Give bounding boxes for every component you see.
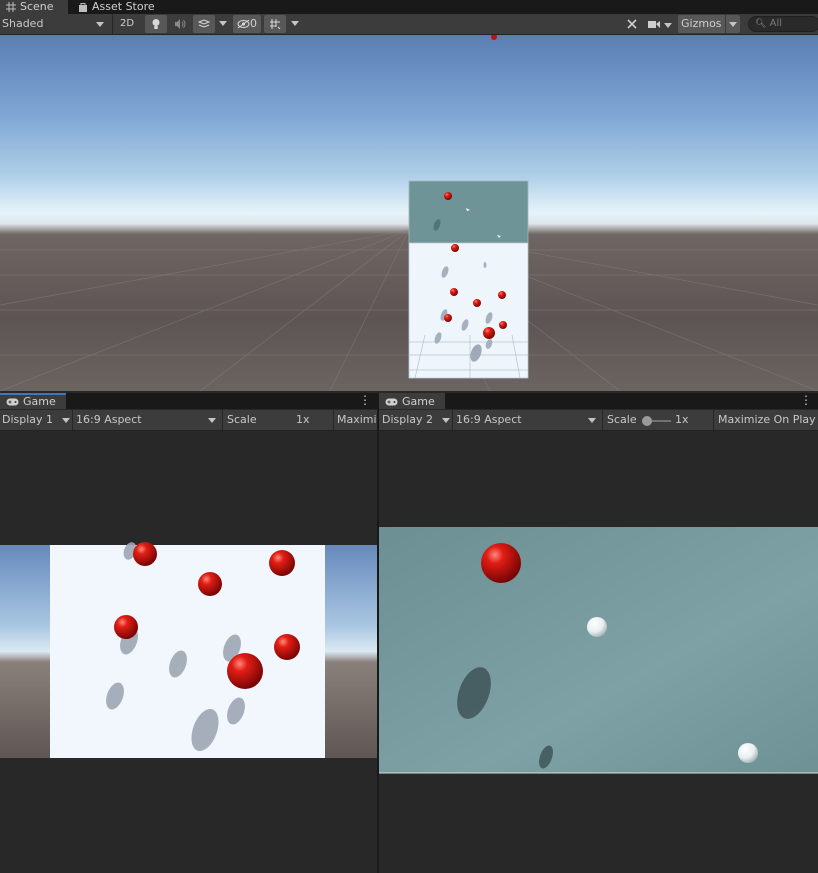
tab-scene-label: Scene bbox=[20, 0, 54, 13]
game-panel-left-header: Game ⋮ bbox=[0, 393, 377, 409]
red-sphere bbox=[227, 653, 263, 689]
toolbar-divider bbox=[72, 410, 73, 430]
toolbar-divider bbox=[222, 410, 223, 430]
toolbar-divider bbox=[112, 14, 113, 34]
tab-game-right-label: Game bbox=[402, 395, 435, 408]
chevron-down-icon bbox=[208, 418, 216, 423]
red-sphere bbox=[481, 543, 521, 583]
tools-button[interactable] bbox=[622, 15, 642, 33]
draw-mode-dropdown[interactable]: Shaded bbox=[2, 14, 108, 34]
grid-snap-dropdown[interactable] bbox=[288, 15, 302, 33]
visibility-icon bbox=[237, 19, 250, 29]
game-view-left[interactable] bbox=[0, 431, 377, 873]
grid-snap-toggle[interactable] bbox=[264, 15, 286, 33]
aspect-left-label: 16:9 Aspect bbox=[76, 413, 142, 426]
tab-asset-store-label: Asset Store bbox=[92, 0, 155, 13]
tab-game-right[interactable]: Game bbox=[379, 393, 445, 409]
red-sphere bbox=[133, 542, 157, 566]
scale-slider-handle-right[interactable] bbox=[642, 416, 652, 426]
tab-scene[interactable]: Scene bbox=[0, 0, 68, 14]
toolbar-divider bbox=[452, 410, 453, 430]
scale-label-right: Scale bbox=[607, 413, 637, 426]
aspect-right-label: 16:9 Aspect bbox=[456, 413, 522, 426]
draw-mode-label: Shaded bbox=[2, 17, 44, 30]
camera-settings-button[interactable] bbox=[645, 15, 675, 33]
tab-asset-store[interactable]: Asset Store bbox=[72, 0, 162, 14]
editor-tab-bar: Scene Asset Store bbox=[0, 0, 818, 14]
red-sphere bbox=[114, 615, 138, 639]
scale-value-left: 1x bbox=[296, 413, 310, 426]
camera-icon bbox=[648, 21, 661, 28]
scale-label-left: Scale bbox=[227, 413, 257, 426]
red-sphere bbox=[269, 550, 295, 576]
scale-value-right: 1x bbox=[675, 413, 689, 426]
toolbar-divider bbox=[713, 410, 714, 430]
aspect-dropdown-right[interactable]: 16:9 Aspect bbox=[456, 410, 598, 430]
search-placeholder: All bbox=[769, 18, 783, 29]
game-panel-right-header: Game ⋮ bbox=[379, 393, 818, 409]
chevron-down-icon bbox=[663, 23, 672, 28]
tab-game-left[interactable]: Game bbox=[0, 393, 66, 409]
scene-visibility-toggle[interactable]: 0 bbox=[233, 15, 261, 33]
tools-icon bbox=[627, 19, 637, 29]
lighting-toggle[interactable] bbox=[145, 15, 167, 33]
toggle-2d-button[interactable]: 2D bbox=[116, 15, 138, 33]
white-sphere bbox=[587, 617, 607, 637]
tab-game-left-label: Game bbox=[23, 395, 56, 408]
scene-red-sphere-top bbox=[491, 35, 497, 40]
chevron-down-icon bbox=[96, 22, 104, 27]
white-sphere bbox=[738, 743, 758, 763]
chevron-down-icon bbox=[588, 418, 596, 423]
maximize-left-label: Maximiz bbox=[337, 413, 377, 426]
display-dropdown-right[interactable]: Display 2 bbox=[382, 410, 450, 430]
red-sphere bbox=[274, 634, 300, 660]
scene-rendering bbox=[0, 35, 818, 391]
toolbar-divider bbox=[602, 410, 603, 430]
scene-toolbar: Shaded 2D 0 Gizmos 🔍︎ All bbox=[0, 14, 818, 35]
effects-dropdown[interactable] bbox=[216, 15, 230, 33]
chevron-down-icon bbox=[291, 20, 299, 26]
chevron-down-icon bbox=[442, 418, 450, 423]
gizmos-dropdown[interactable]: Gizmos bbox=[678, 15, 740, 33]
maximize-right-label: Maximize On Play bbox=[718, 413, 816, 426]
gizmos-label: Gizmos bbox=[681, 17, 722, 30]
game-left-rendering bbox=[0, 542, 377, 758]
display-dropdown-left[interactable]: Display 1 bbox=[2, 410, 70, 430]
toggle-2d-label: 2D bbox=[119, 18, 135, 29]
hidden-count: 0 bbox=[250, 17, 257, 30]
camera-preview-display-2 bbox=[408, 180, 529, 244]
scene-search-input[interactable]: 🔍︎ All bbox=[748, 16, 818, 32]
display-right-label: Display 2 bbox=[382, 413, 434, 426]
maximize-toggle-left[interactable]: Maximiz bbox=[337, 410, 377, 430]
asset-store-icon bbox=[79, 3, 87, 12]
aspect-dropdown-left[interactable]: 16:9 Aspect bbox=[76, 410, 218, 430]
chevron-down-icon bbox=[219, 20, 227, 26]
chevron-down-icon bbox=[729, 22, 737, 27]
audio-icon bbox=[175, 19, 186, 29]
chevron-down-icon bbox=[62, 418, 70, 423]
toolbar-divider bbox=[333, 410, 334, 430]
gamepad-icon bbox=[6, 398, 19, 406]
light-icon bbox=[152, 19, 160, 29]
effects-icon bbox=[197, 19, 211, 28]
audio-toggle[interactable] bbox=[169, 15, 191, 33]
game-view-right[interactable] bbox=[379, 431, 818, 873]
game-left-toolbar: Display 1 16:9 Aspect Scale 1x Maximiz bbox=[0, 410, 377, 836]
grid-snap-icon bbox=[270, 19, 281, 30]
kebab-menu-icon[interactable]: ⋮ bbox=[359, 393, 371, 409]
search-icon: 🔍︎ bbox=[755, 19, 767, 29]
camera-preview-display-1 bbox=[408, 242, 529, 379]
scene-grid-icon bbox=[6, 2, 16, 12]
red-sphere bbox=[198, 572, 222, 596]
kebab-menu-icon[interactable]: ⋮ bbox=[800, 393, 812, 409]
maximize-toggle-right[interactable]: Maximize On Play bbox=[718, 410, 818, 430]
game-right-toolbar: Display 2 16:9 Aspect Scale 1x Maximize … bbox=[379, 410, 818, 431]
scene-viewport[interactable] bbox=[0, 35, 818, 391]
display-left-label: Display 1 bbox=[2, 413, 54, 426]
game-right-rendering bbox=[379, 527, 818, 774]
effects-toggle[interactable] bbox=[193, 15, 215, 33]
gamepad-icon bbox=[385, 398, 398, 406]
